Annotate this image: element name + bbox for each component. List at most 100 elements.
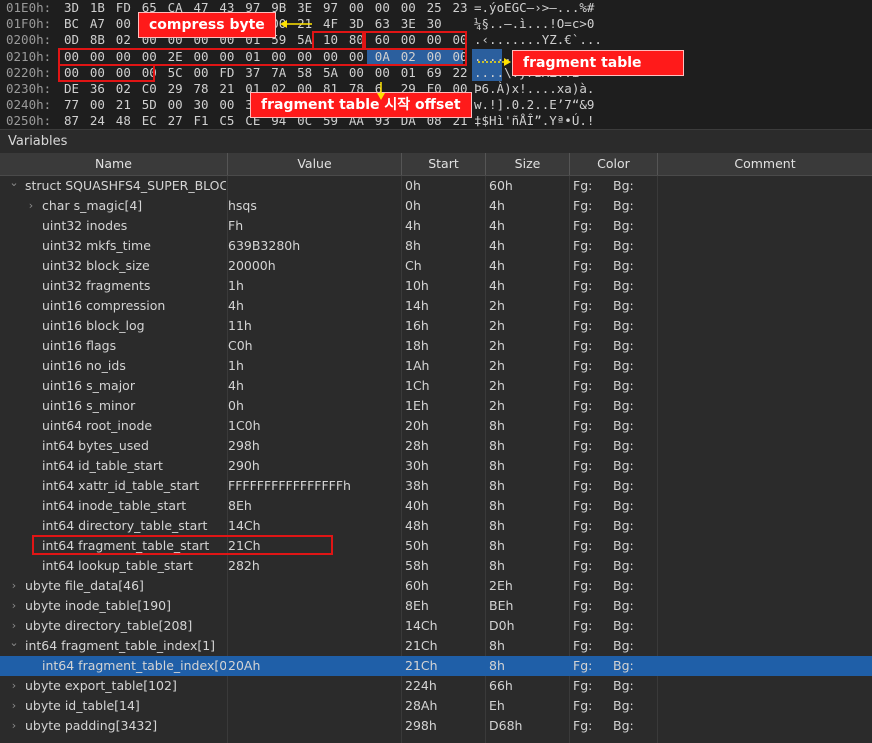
expanded-chevron-icon[interactable]: ⌄ (9, 173, 19, 193)
variable-comment[interactable] (661, 296, 869, 316)
variable-comment[interactable] (661, 236, 869, 256)
variable-comment[interactable] (661, 376, 869, 396)
variable-comment[interactable] (661, 396, 869, 416)
variable-fg-color[interactable]: Fg: (573, 256, 603, 276)
collapsed-chevron-icon[interactable]: › (9, 596, 19, 616)
variable-row[interactable]: ⌄ int64 fragment_table_index[1] 21Ch 8h Fg: B… (0, 636, 872, 656)
column-header-name[interactable]: Name (0, 153, 228, 175)
hex-editor-view[interactable]: 01E0h: 3D 1B FD 65 CA 47 43 97 9B 3E 97 00 00 00 25 23 =.… (0, 0, 872, 129)
variable-fg-color[interactable]: Fg: (573, 656, 603, 676)
variable-comment[interactable] (661, 656, 869, 676)
variable-comment[interactable] (661, 436, 869, 456)
variable-fg-color[interactable]: Fg: (573, 416, 603, 436)
variable-row[interactable]: uint16 flags C0h 18h 2h Fg: Bg: (0, 336, 872, 356)
variable-bg-color[interactable]: Bg: (613, 216, 653, 236)
variable-bg-color[interactable]: Bg: (613, 296, 653, 316)
variable-bg-color[interactable]: Bg: (613, 256, 653, 276)
variable-fg-color[interactable]: Fg: (573, 536, 603, 556)
variable-comment[interactable] (661, 336, 869, 356)
variable-row[interactable]: › ubyte export_table[102] 224h 66h Fg: Bg: (0, 676, 872, 696)
column-header-color[interactable]: Color (570, 153, 658, 175)
variable-row[interactable]: uint16 s_major 4h 1Ch 2h Fg: Bg: (0, 376, 872, 396)
variable-comment[interactable] (661, 676, 869, 696)
variable-row[interactable]: int64 directory_table_start 14Ch 48h 8h Fg: B… (0, 516, 872, 536)
variable-fg-color[interactable]: Fg: (573, 496, 603, 516)
variable-comment[interactable] (661, 356, 869, 376)
variable-bg-color[interactable]: Bg: (613, 356, 653, 376)
variable-bg-color[interactable]: Bg: (613, 536, 653, 556)
variable-row[interactable]: uint32 fragments 1h 10h 4h Fg: Bg: (0, 276, 872, 296)
variable-comment[interactable] (661, 476, 869, 496)
variable-comment[interactable] (661, 516, 869, 536)
variable-comment[interactable] (661, 616, 869, 636)
variable-comment[interactable] (661, 596, 869, 616)
collapsed-chevron-icon[interactable]: › (9, 716, 19, 736)
variable-bg-color[interactable]: Bg: (613, 576, 653, 596)
variable-fg-color[interactable]: Fg: (573, 696, 603, 716)
variable-row[interactable]: › ubyte directory_table[208] 14Ch D0h Fg: Bg: (0, 616, 872, 636)
variable-comment[interactable] (661, 636, 869, 656)
variable-bg-color[interactable]: Bg: (613, 276, 653, 296)
variable-row[interactable]: › ubyte inode_table[190] 8Eh BEh Fg: Bg: (0, 596, 872, 616)
variable-bg-color[interactable]: Bg: (613, 676, 653, 696)
variable-row[interactable]: › ubyte id_table[14] 28Ah Eh Fg: Bg: (0, 696, 872, 716)
variable-comment[interactable] (661, 456, 869, 476)
variable-comment[interactable] (661, 416, 869, 436)
variable-fg-color[interactable]: Fg: (573, 236, 603, 256)
collapsed-chevron-icon[interactable]: › (9, 696, 19, 716)
variable-row[interactable]: int64 id_table_start 290h 30h 8h Fg: Bg: (0, 456, 872, 476)
variable-row[interactable]: uint16 no_ids 1h 1Ah 2h Fg: Bg: (0, 356, 872, 376)
variable-fg-color[interactable]: Fg: (573, 196, 603, 216)
variable-row[interactable]: uint16 block_log 11h 16h 2h Fg: Bg: (0, 316, 872, 336)
variable-row[interactable]: int64 inode_table_start 8Eh 40h 8h Fg: Bg: (0, 496, 872, 516)
variable-comment[interactable] (661, 316, 869, 336)
variable-bg-color[interactable]: Bg: (613, 196, 653, 216)
collapsed-chevron-icon[interactable]: › (9, 676, 19, 696)
variable-row[interactable]: uint16 compression 4h 14h 2h Fg: Bg: (0, 296, 872, 316)
variable-bg-color[interactable]: Bg: (613, 616, 653, 636)
variable-fg-color[interactable]: Fg: (573, 396, 603, 416)
variable-fg-color[interactable]: Fg: (573, 456, 603, 476)
variable-comment[interactable] (661, 576, 869, 596)
variable-fg-color[interactable]: Fg: (573, 616, 603, 636)
variable-bg-color[interactable]: Bg: (613, 416, 653, 436)
variable-comment[interactable] (661, 536, 869, 556)
variable-comment[interactable] (661, 196, 869, 216)
variable-fg-color[interactable]: Fg: (573, 296, 603, 316)
variable-bg-color[interactable]: Bg: (613, 436, 653, 456)
variable-fg-color[interactable]: Fg: (573, 516, 603, 536)
variable-bg-color[interactable]: Bg: (613, 456, 653, 476)
variable-fg-color[interactable]: Fg: (573, 596, 603, 616)
variable-row[interactable]: int64 bytes_used 298h 28h 8h Fg: Bg: (0, 436, 872, 456)
column-header-start[interactable]: Start (402, 153, 486, 175)
variable-comment[interactable] (661, 176, 869, 196)
variable-bg-color[interactable]: Bg: (613, 716, 653, 736)
variable-comment[interactable] (661, 496, 869, 516)
variable-bg-color[interactable]: Bg: (613, 236, 653, 256)
variable-fg-color[interactable]: Fg: (573, 336, 603, 356)
variable-row[interactable]: ⌄ struct SQUASHFS4_SUPER_BLOC... 0h 60h Fg: B… (0, 176, 872, 196)
variable-comment[interactable] (661, 256, 869, 276)
variable-bg-color[interactable]: Bg: (613, 396, 653, 416)
variable-bg-color[interactable]: Bg: (613, 556, 653, 576)
variable-bg-color[interactable]: Bg: (613, 176, 653, 196)
variable-fg-color[interactable]: Fg: (573, 636, 603, 656)
variable-row[interactable]: uint64 root_inode 1C0h 20h 8h Fg: Bg: (0, 416, 872, 436)
variable-comment[interactable] (661, 556, 869, 576)
variable-row[interactable]: int64 xattr_id_table_start FFFFFFFFFFFFFF… (0, 476, 872, 496)
variable-fg-color[interactable]: Fg: (573, 216, 603, 236)
variable-fg-color[interactable]: Fg: (573, 356, 603, 376)
collapsed-chevron-icon[interactable]: › (9, 576, 19, 596)
column-header-comment[interactable]: Comment (658, 153, 872, 175)
variable-row[interactable]: int64 fragment_table_index[0] 20Ah 21Ch 8h F… (0, 656, 872, 676)
variable-fg-color[interactable]: Fg: (573, 376, 603, 396)
variable-bg-color[interactable]: Bg: (613, 336, 653, 356)
variable-row[interactable]: › ubyte file_data[46] 60h 2Eh Fg: Bg: (0, 576, 872, 596)
variable-fg-color[interactable]: Fg: (573, 576, 603, 596)
variable-bg-color[interactable]: Bg: (613, 596, 653, 616)
variable-fg-color[interactable]: Fg: (573, 476, 603, 496)
variable-row[interactable]: uint16 s_minor 0h 1Eh 2h Fg: Bg: (0, 396, 872, 416)
variable-comment[interactable] (661, 696, 869, 716)
variable-bg-color[interactable]: Bg: (613, 476, 653, 496)
variable-row[interactable]: › char s_magic[4] hsqs 0h 4h Fg: Bg: (0, 196, 872, 216)
